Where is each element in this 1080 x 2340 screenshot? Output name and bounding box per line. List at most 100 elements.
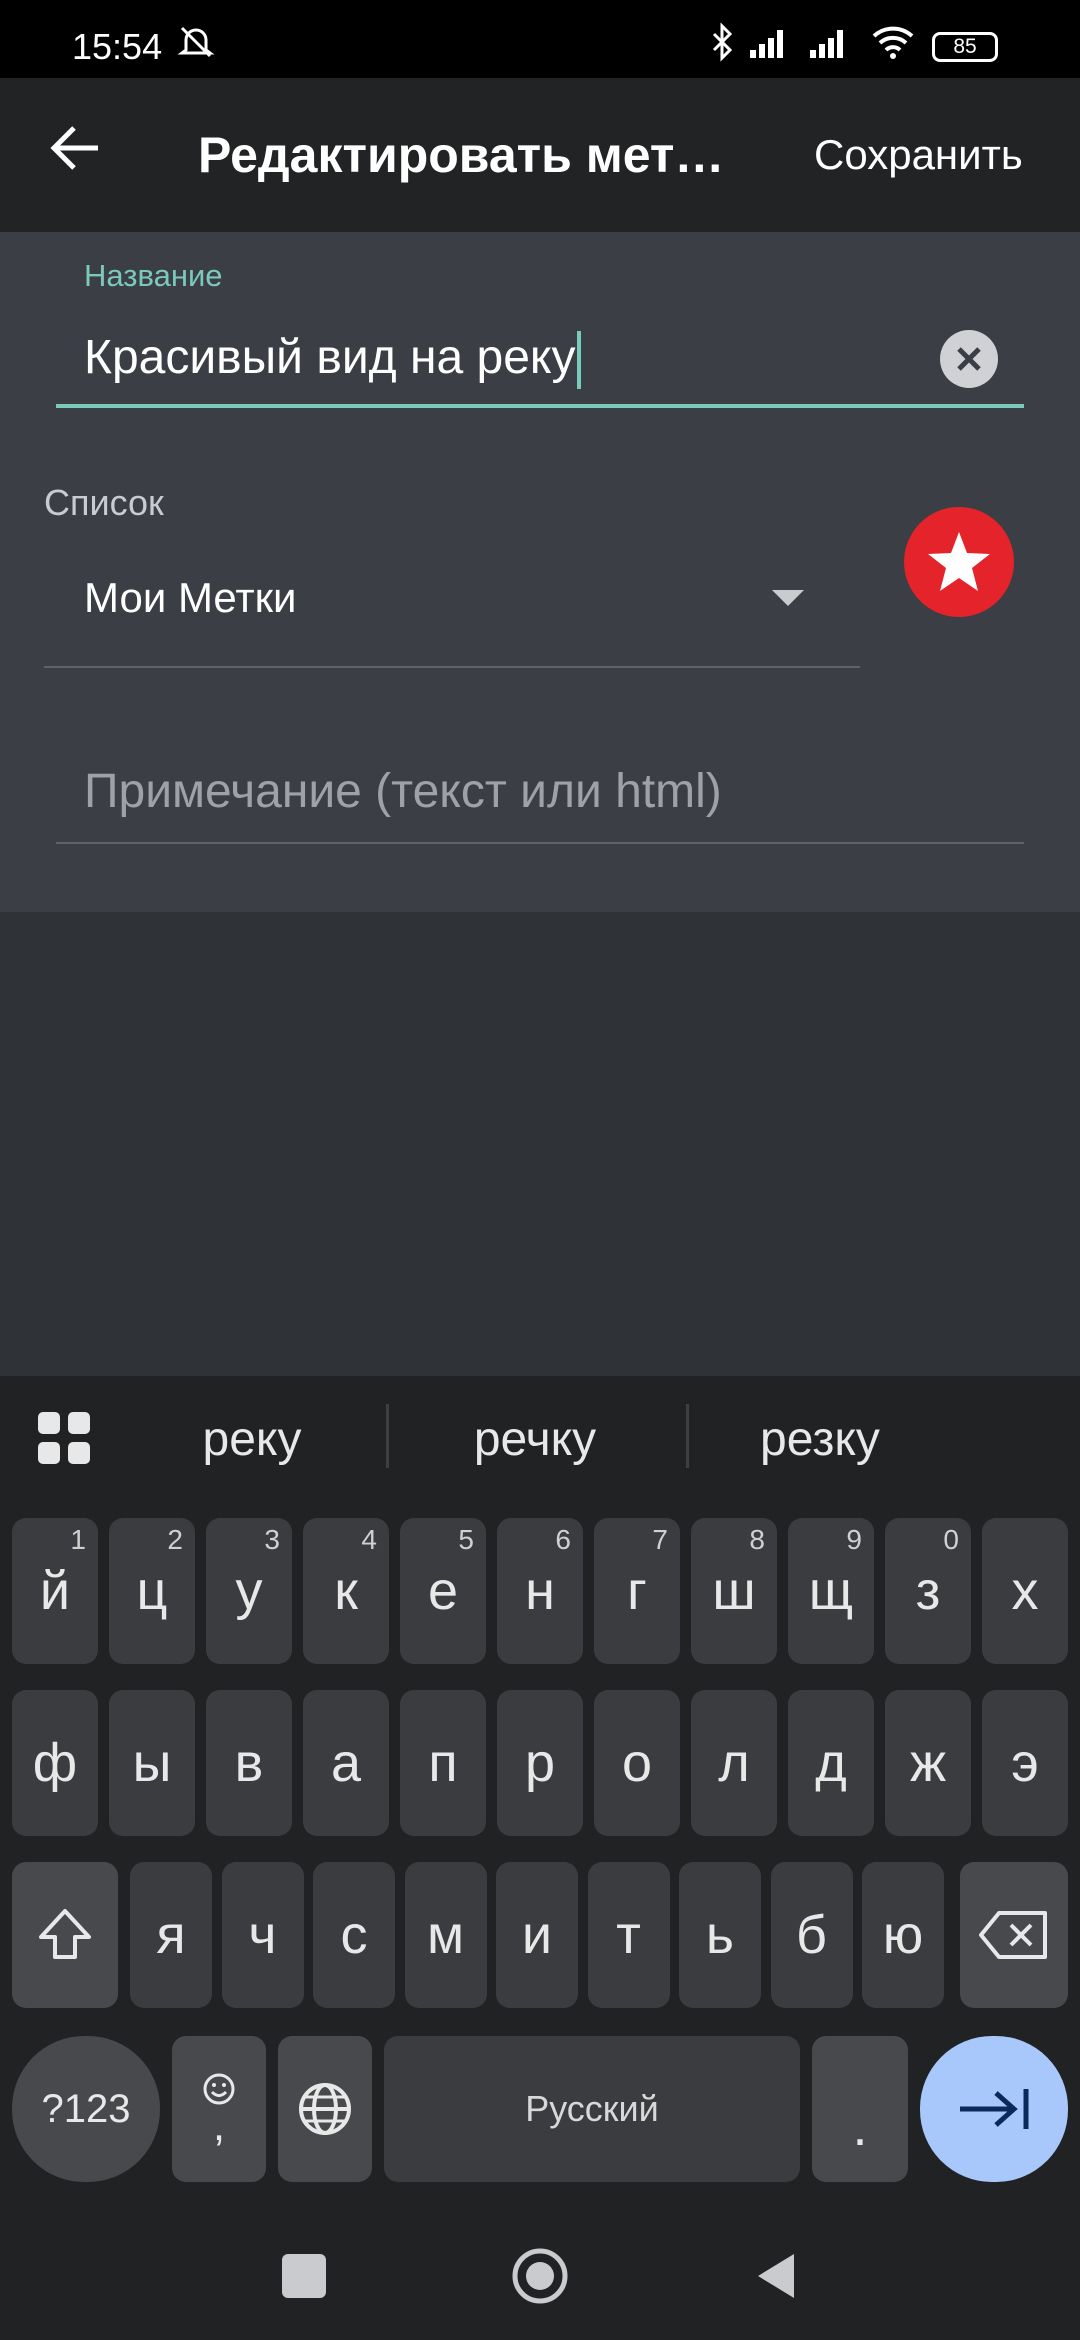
key-в[interactable]: в: [206, 1690, 292, 1836]
status-time: 15:54: [72, 26, 163, 67]
emoji-comma-key[interactable]: ,: [172, 2036, 266, 2182]
home-circle-icon: [512, 2248, 568, 2304]
backspace-key[interactable]: [960, 1862, 1068, 2008]
keyboard-menu-button[interactable]: [36, 1410, 92, 1466]
key-label: х: [1011, 1561, 1039, 1621]
key-ю[interactable]: ю: [862, 1862, 944, 2008]
key-hint: 0: [943, 1524, 959, 1555]
key-р[interactable]: р: [497, 1690, 583, 1836]
key-label: г: [627, 1561, 647, 1621]
key-ж[interactable]: ж: [885, 1690, 971, 1836]
key-э[interactable]: э: [982, 1690, 1068, 1836]
list-field-label: Список: [44, 482, 164, 523]
clear-text-button[interactable]: [940, 330, 998, 388]
recent-apps-button[interactable]: [282, 2254, 326, 2298]
key-ь[interactable]: ь: [679, 1862, 761, 2008]
name-field-label: Название: [84, 258, 223, 293]
key-label: н: [525, 1561, 555, 1621]
key-а[interactable]: а: [303, 1690, 389, 1836]
language-key[interactable]: [278, 2036, 372, 2182]
key-м[interactable]: м: [404, 1862, 487, 2008]
key-label: ь: [705, 1905, 735, 1965]
key-hint: 8: [749, 1524, 765, 1555]
star-icon: [928, 532, 990, 591]
key-ф[interactable]: ф: [12, 1690, 98, 1836]
battery-level: 85: [953, 35, 977, 58]
name-field-underline: [56, 404, 1024, 408]
period-key[interactable]: .: [812, 2036, 908, 2182]
key-щ[interactable]: щ9: [788, 1518, 874, 1664]
suggestion-3[interactable]: резку: [730, 1412, 910, 1467]
back-button[interactable]: [40, 110, 116, 186]
key-label: у: [235, 1561, 263, 1621]
key-hint: 7: [652, 1524, 668, 1555]
marker-icon-button[interactable]: [904, 507, 1014, 617]
key-label: ц: [136, 1561, 168, 1621]
save-button[interactable]: Сохранить: [814, 131, 1023, 179]
key-hint: 9: [846, 1524, 862, 1555]
key-ш[interactable]: ш8: [691, 1518, 777, 1664]
key-hint: 1: [70, 1524, 86, 1555]
key-ы[interactable]: ы: [109, 1690, 195, 1836]
key-п[interactable]: п: [400, 1690, 486, 1836]
key-ц[interactable]: ц2: [109, 1518, 195, 1664]
signal-1-icon: [750, 30, 783, 58]
shift-icon: [39, 1909, 91, 1959]
battery-icon: 85: [932, 32, 998, 62]
comma-label: ,: [212, 2101, 226, 2150]
key-о[interactable]: о: [594, 1690, 680, 1836]
key-label: й: [39, 1561, 71, 1621]
key-к[interactable]: к4: [303, 1518, 389, 1664]
next-field-key[interactable]: [920, 2036, 1068, 2182]
key-label: с: [340, 1905, 368, 1965]
grid-icon: [38, 1412, 90, 1464]
key-label: р: [524, 1733, 556, 1793]
key-т[interactable]: т: [587, 1862, 670, 2008]
home-button[interactable]: [510, 2246, 570, 2306]
key-label: е: [427, 1561, 459, 1621]
key-label: ы: [132, 1733, 172, 1793]
note-input[interactable]: Примечание (текст или html): [84, 764, 722, 819]
tab-forward-icon: [960, 2089, 1029, 2129]
key-л[interactable]: л: [691, 1690, 777, 1836]
suggestion-1[interactable]: реку: [170, 1412, 334, 1467]
symbols-key[interactable]: ?123: [12, 2036, 160, 2182]
arrow-back-icon: [50, 126, 98, 170]
dropdown-arrow-icon[interactable]: [772, 590, 804, 606]
key-label: з: [915, 1561, 941, 1621]
suggestion-2[interactable]: речку: [440, 1412, 630, 1467]
suggestion-divider: [686, 1404, 689, 1468]
triangle-back-icon: [758, 2254, 794, 2298]
list-dropdown[interactable]: Мои Метки: [84, 574, 296, 622]
key-hint: 6: [555, 1524, 571, 1555]
key-г[interactable]: г7: [594, 1518, 680, 1664]
name-input[interactable]: Красивый вид на реку: [84, 330, 582, 390]
suggestion-divider: [386, 1404, 389, 1468]
key-б[interactable]: б: [770, 1862, 853, 2008]
text-caret: [577, 331, 582, 390]
signal-2-icon: [810, 30, 843, 58]
globe-icon: [299, 2083, 351, 2135]
back-nav-button[interactable]: [752, 2250, 802, 2302]
key-х[interactable]: х: [982, 1518, 1068, 1664]
key-label: т: [616, 1905, 641, 1965]
key-я[interactable]: я: [130, 1862, 212, 2008]
key-label: л: [718, 1733, 750, 1793]
list-field-underline: [44, 666, 860, 668]
space-key[interactable]: Русский: [384, 2036, 800, 2182]
name-input-value: Красивый вид на реку: [84, 331, 576, 384]
key-hint: 4: [361, 1524, 377, 1555]
key-н[interactable]: н6: [497, 1518, 583, 1664]
key-ч[interactable]: ч: [221, 1862, 304, 2008]
shift-key[interactable]: [12, 1862, 118, 2008]
close-icon: [957, 347, 981, 371]
key-label: д: [815, 1733, 847, 1793]
key-е[interactable]: е5: [400, 1518, 486, 1664]
key-и[interactable]: и: [496, 1862, 578, 2008]
key-у[interactable]: у3: [206, 1518, 292, 1664]
key-з[interactable]: з0: [885, 1518, 971, 1664]
key-label: б: [796, 1905, 827, 1965]
key-с[interactable]: с: [313, 1862, 395, 2008]
key-д[interactable]: д: [788, 1690, 874, 1836]
key-й[interactable]: й1: [12, 1518, 98, 1664]
